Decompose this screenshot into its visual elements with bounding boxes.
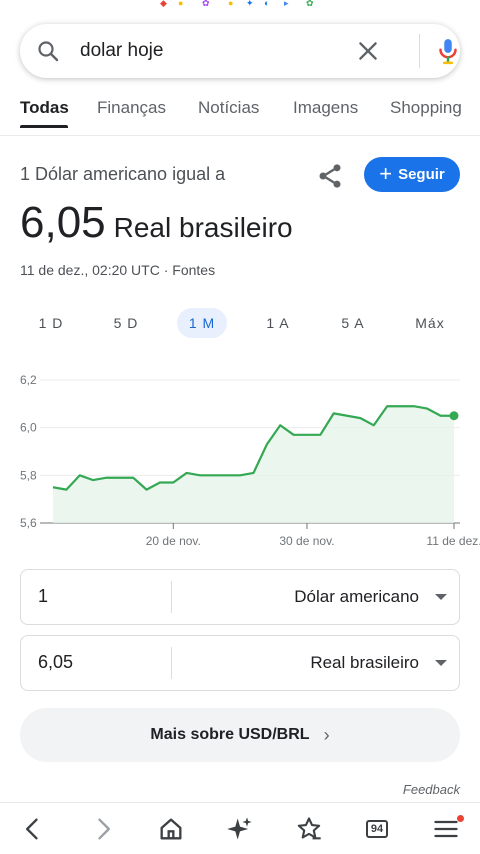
to-currency-field[interactable]: 6,05 Real brasileiro bbox=[20, 635, 460, 691]
search-divider bbox=[419, 34, 420, 68]
tab-financas[interactable]: Finanças bbox=[97, 98, 166, 118]
range-selector: 1 D 5 D 1 M 1 A 5 A Máx bbox=[0, 308, 480, 338]
home-icon[interactable] bbox=[157, 815, 185, 843]
bottom-navigation: 94 bbox=[0, 802, 480, 854]
field-separator bbox=[171, 581, 172, 613]
tab-count-badge: 94 bbox=[366, 820, 388, 838]
search-icon bbox=[38, 41, 59, 62]
exchange-rate-chart[interactable]: 5,6 5,8 6,0 6,2 20 de nov. 30 de nov. 11 de de… bbox=[0, 366, 480, 556]
share-icon[interactable] bbox=[316, 162, 344, 190]
tab-imagens[interactable]: Imagens bbox=[293, 98, 358, 118]
more-about-label: Mais sobre USD/BRL bbox=[150, 726, 310, 743]
chart-area-fill bbox=[53, 406, 454, 523]
active-tab-indicator bbox=[20, 125, 68, 128]
forward-icon[interactable] bbox=[89, 815, 117, 843]
search-bar[interactable]: dolar hoje bbox=[20, 24, 460, 78]
y-tick-label: 6,0 bbox=[20, 421, 37, 435]
dropdown-arrow-icon[interactable] bbox=[435, 660, 447, 666]
range-1a[interactable]: 1 A bbox=[253, 308, 303, 338]
from-currency-field[interactable]: 1 Dólar americano bbox=[20, 569, 460, 625]
follow-button[interactable]: + Seguir bbox=[364, 157, 460, 192]
from-amount-input[interactable]: 1 bbox=[38, 586, 48, 607]
tab-noticias[interactable]: Notícias bbox=[198, 98, 259, 118]
rate-value: 6,05 bbox=[20, 198, 106, 247]
notification-dot bbox=[457, 815, 464, 822]
bookmark-star-icon[interactable] bbox=[295, 815, 323, 843]
menu-icon[interactable] bbox=[432, 815, 460, 843]
follow-label: Seguir bbox=[398, 166, 445, 183]
chevron-right-icon: › bbox=[323, 724, 330, 745]
rate-timestamp: 11 de dez., 02:20 UTC · Fontes bbox=[20, 262, 216, 278]
plus-icon: + bbox=[379, 160, 393, 186]
clear-icon[interactable] bbox=[355, 38, 381, 64]
sparkle-icon[interactable] bbox=[226, 815, 254, 843]
range-1m[interactable]: 1 M bbox=[177, 308, 227, 338]
to-currency-select[interactable]: Real brasileiro bbox=[310, 653, 419, 673]
range-5a[interactable]: 5 A bbox=[328, 308, 378, 338]
tabs-button[interactable]: 94 bbox=[362, 815, 390, 843]
y-tick-label: 5,6 bbox=[20, 516, 37, 530]
x-tick-label: 30 de nov. bbox=[279, 534, 334, 548]
dropdown-arrow-icon[interactable] bbox=[435, 594, 447, 600]
conversion-header: 1 Dólar americano igual a bbox=[20, 164, 226, 184]
back-icon[interactable] bbox=[19, 815, 47, 843]
search-input[interactable]: dolar hoje bbox=[80, 40, 163, 62]
x-tick-label: 11 de dez. bbox=[426, 534, 480, 548]
exchange-rate: 6,05 Real brasileiro bbox=[20, 198, 293, 248]
x-tick-label: 20 de nov. bbox=[146, 534, 201, 548]
doodle-decoration: ◆ ● ✿ ● ✦ ◐ ▸ ✿ bbox=[160, 0, 314, 8]
feedback-link[interactable]: Feedback bbox=[403, 782, 460, 797]
search-tabs: Todas Finanças Notícias Imagens Shopping bbox=[0, 96, 480, 136]
range-5d[interactable]: 5 D bbox=[101, 308, 151, 338]
range-1d[interactable]: 1 D bbox=[26, 308, 76, 338]
more-about-button[interactable]: Mais sobre USD/BRL › bbox=[20, 708, 460, 762]
y-tick-label: 5,8 bbox=[20, 468, 37, 482]
microphone-icon[interactable] bbox=[433, 36, 463, 66]
range-max[interactable]: Máx bbox=[405, 308, 455, 338]
to-amount-input[interactable]: 6,05 bbox=[38, 652, 73, 673]
from-currency-select[interactable]: Dólar americano bbox=[294, 587, 419, 607]
current-value-dot bbox=[449, 411, 459, 421]
field-separator bbox=[171, 647, 172, 679]
tab-shopping[interactable]: Shopping bbox=[390, 98, 462, 118]
rate-currency: Real brasileiro bbox=[113, 212, 293, 243]
y-tick-label: 6,2 bbox=[20, 373, 37, 387]
tab-todas[interactable]: Todas bbox=[20, 98, 69, 118]
